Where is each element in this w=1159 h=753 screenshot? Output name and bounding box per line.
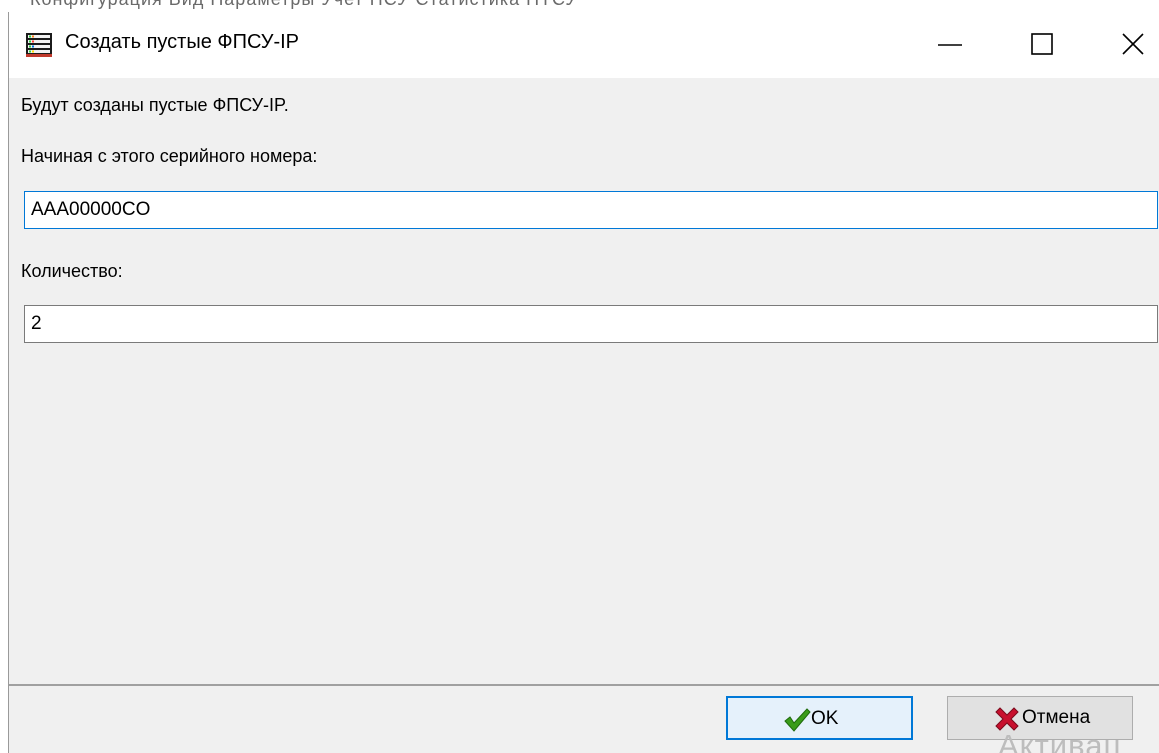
server-rack-icon xyxy=(26,33,52,57)
quantity-label: Количество: xyxy=(21,261,123,281)
quantity-field[interactable] xyxy=(24,305,1158,343)
minimize-button[interactable] xyxy=(920,12,980,74)
dialog-window: Создать пустые ФПСУ-IP Будут созданы пус… xyxy=(8,12,1159,753)
serial-field[interactable] xyxy=(24,191,1158,229)
ok-label: OK xyxy=(811,708,839,729)
checkmark-icon xyxy=(783,706,811,734)
serial-label: Начиная с этого серийного номера: xyxy=(21,146,318,166)
activation-watermark: Активац xyxy=(998,728,1123,753)
close-button[interactable] xyxy=(1102,12,1159,74)
ok-button[interactable]: OK xyxy=(726,696,913,740)
button-bar: OK Отмена xyxy=(9,684,1159,753)
minimize-icon xyxy=(938,44,962,46)
close-icon xyxy=(1122,33,1144,55)
dialog-title: Создать пустые ФПСУ-IP xyxy=(65,31,300,53)
title-bar: Создать пустые ФПСУ-IP xyxy=(9,12,1159,78)
serial-input[interactable] xyxy=(25,192,1157,228)
maximize-button[interactable] xyxy=(1010,12,1070,74)
background-menu-text: Конфигурация Вид Параметры Учет ПСУ Стат… xyxy=(30,0,578,10)
maximize-icon xyxy=(1031,33,1053,55)
quantity-input[interactable] xyxy=(25,306,1157,342)
cancel-label: Отмена xyxy=(1022,707,1091,728)
info-text: Будут созданы пустые ФПСУ-IP. xyxy=(21,95,289,115)
background-menu-strip: Конфигурация Вид Параметры Учет ПСУ Стат… xyxy=(0,0,1159,12)
